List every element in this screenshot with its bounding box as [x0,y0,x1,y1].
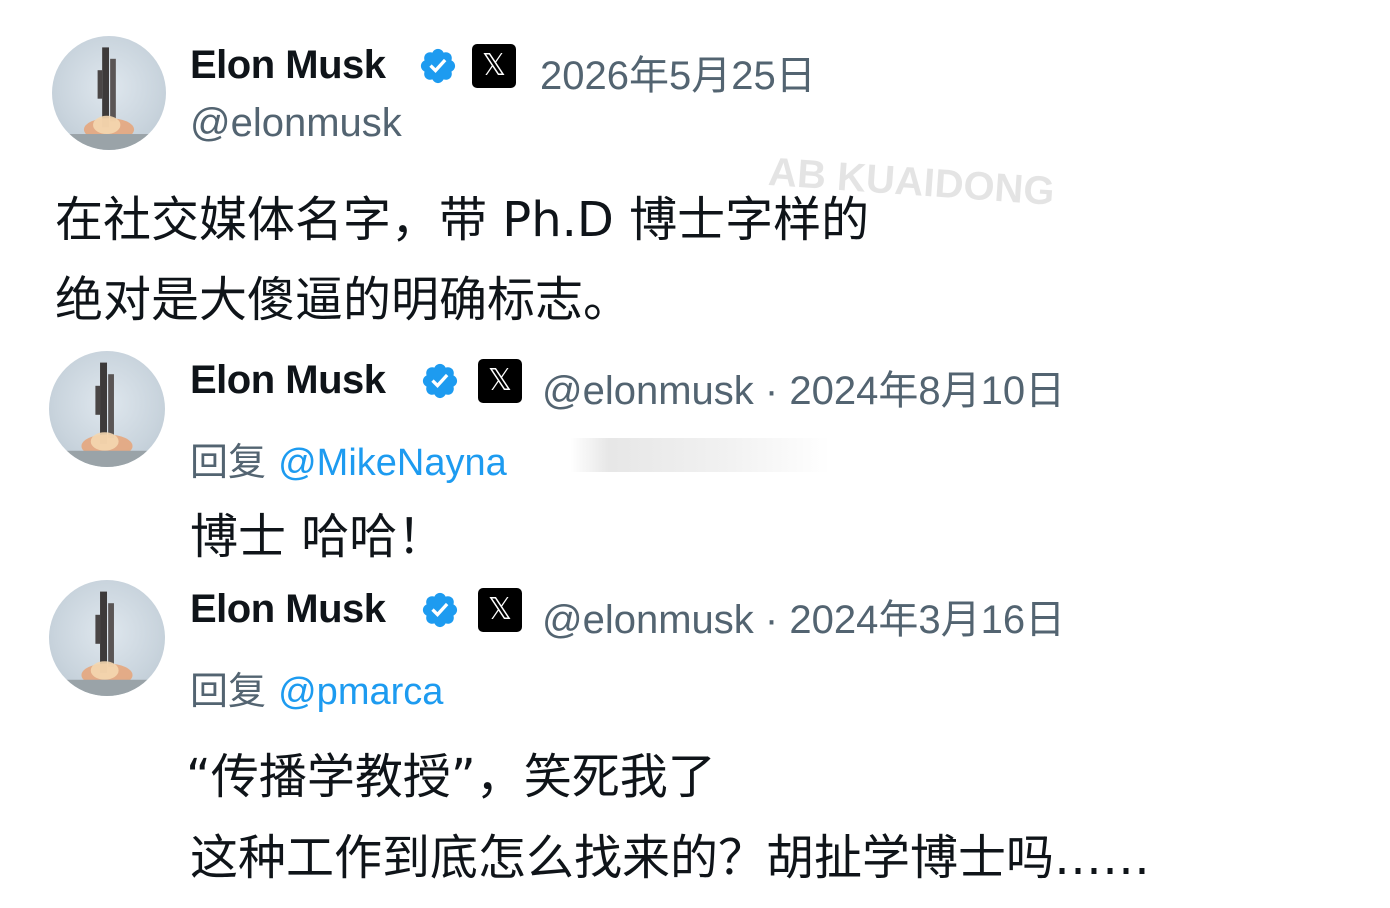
rocket-launch-icon [49,362,165,467]
verified-badge-icon [422,592,458,628]
x-logo-icon: 𝕏 [472,44,516,88]
rocket-launch-icon [52,47,166,150]
reply-mention-link[interactable]: @MikeNayna [278,442,507,484]
x-logo-icon: 𝕏 [478,588,522,632]
author-name[interactable]: Elon Musk [190,587,386,632]
handle-and-date[interactable]: @elonmusk · 2024年3月16日 [542,587,1065,645]
rocket-launch-icon [49,591,165,696]
reply-mention-link[interactable]: @pmarca [278,671,443,713]
tweet-text-line-2: 绝对是大傻逼的明确标志。 [55,272,632,328]
tweet-text-line-1: 博士 哈哈！ [190,509,446,565]
tweet-date[interactable]: 2026年5月25日 [540,43,816,101]
tweet-text-line-1: “传播学教授”，笑死我了 [186,749,716,805]
author-name[interactable]: Elon Musk [190,358,386,403]
reply-context: 回复 @MikeNayna [190,431,507,486]
author-handle[interactable]: @elonmusk [190,101,402,146]
tweet-text-line-2: 这种工作到底怎么找来的？胡扯学博士吗…… [190,830,1151,886]
verified-badge-icon [420,48,456,84]
handle-and-date[interactable]: @elonmusk · 2024年8月10日 [542,358,1065,416]
redacted-area [570,438,830,472]
reply-prefix: 回复 [190,440,267,484]
tweet-text-line-1: 在社交媒体名字，带 Ph.D 博士字样的 [55,192,870,248]
avatar[interactable] [49,580,165,696]
verified-badge-icon [422,363,458,399]
author-name[interactable]: Elon Musk [190,43,386,88]
avatar[interactable] [49,351,165,467]
reply-prefix: 回复 [190,669,267,713]
reply-context: 回复 @pmarca [190,660,443,715]
avatar[interactable] [52,36,166,150]
x-logo-icon: 𝕏 [478,359,522,403]
